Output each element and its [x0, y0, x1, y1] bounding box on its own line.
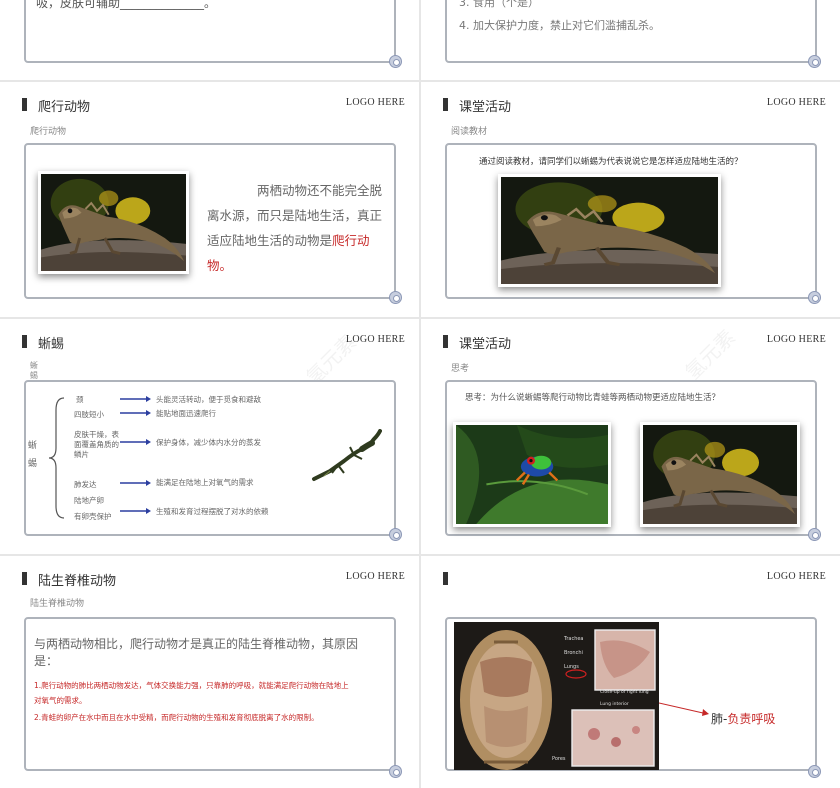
slide-5-side-top: 蜥蜴: [30, 361, 38, 380]
photo-label: Bronchi: [564, 650, 583, 656]
slide-1-frame: 吸，皮肤可辅助______________。: [24, 0, 396, 63]
slide-4-question: 通过阅读教材，请同学们以蜥蜴为代表说说它是怎样适应陆地生活的？: [479, 157, 743, 167]
page-number-badge: [808, 55, 821, 68]
photo-label: Trachea: [564, 636, 584, 642]
page-number-badge: [389, 765, 402, 778]
slide-2-item-3: 3. 食用（个是）: [459, 0, 539, 9]
slide-title: 蜥蜴: [38, 337, 65, 352]
page-number-badge: [808, 765, 821, 778]
pointer-arrow-icon: [659, 702, 709, 716]
arrow-icon: [120, 439, 151, 445]
photo-label: Lung interior: [600, 702, 629, 707]
slide-2-item-4: 4. 加大保护力度，禁止对它们滥捕乱杀。: [459, 19, 660, 32]
page-number-badge: [389, 55, 402, 68]
anatomy-row-left: 肺发达: [74, 480, 97, 489]
slide-subtitle: 思考: [451, 364, 470, 374]
page-number-badge: [389, 528, 402, 541]
slide-title: 陆生脊椎动物: [38, 574, 117, 589]
slide-title: 课堂活动: [459, 100, 512, 115]
slide-5-root: 蜥蜴: [28, 441, 38, 469]
slide-5[interactable]: 蜥蜴 LOGO HERE 蜥蜴 氢元素 蜥蜴 颈 四肢短小 皮肤干燥，表面覆盖角…: [0, 319, 419, 554]
watermark: 氢元素: [680, 324, 740, 385]
anatomy-row-right: 能贴地面迅速爬行: [156, 409, 216, 418]
anatomy-row-left: 陆地产卵: [74, 496, 104, 505]
slide-2-frame: 3. 食用（个是） 4. 加大保护力度，禁止对它们滥捕乱杀。: [445, 0, 817, 63]
photo-label: Pores: [552, 756, 566, 762]
slide-2[interactable]: 3. 食用（个是） 4. 加大保护力度，禁止对它们滥捕乱杀。: [421, 0, 840, 80]
page-number-badge: [389, 291, 402, 304]
photo-label: Close-up of right lung: [600, 690, 649, 695]
slide-3[interactable]: 爬行动物 LOGO HERE 爬行动物 两栖动物还不能完全脱离水源，而只是陆地生…: [0, 82, 419, 317]
lung-label-function: 负责呼吸: [727, 712, 776, 726]
slide-subtitle: 爬行动物: [30, 127, 67, 137]
lung-label-prefix: 肺-: [711, 712, 728, 726]
slide-4[interactable]: 课堂活动 LOGO HERE 阅读教材 通过阅读教材，请同学们以蜥蜴为代表说说它…: [421, 82, 840, 317]
page-number-badge: [808, 528, 821, 541]
title-bar: [443, 98, 448, 111]
anatomy-row-left: 四肢短小: [74, 410, 104, 419]
logo-text: LOGO HERE: [345, 571, 405, 582]
lizard-photo: [640, 422, 800, 527]
slide-1-text: 吸，皮肤可辅助______________。: [36, 0, 217, 10]
photo-label: Lungs: [564, 664, 579, 670]
anatomy-row-right: 保护身体，减少体内水分的蒸发: [156, 438, 261, 447]
slide-3-body: 两栖动物还不能完全脱离水源，而只是陆地生活，真正适应陆地生活的动物是爬行动物。: [207, 178, 383, 278]
logo-text: LOGO HERE: [766, 334, 826, 345]
logo-text: LOGO HERE: [766, 571, 826, 582]
arrow-icon: [120, 480, 151, 486]
dissection-photo: Trachea Bronchi Lungs Close-up of right …: [454, 622, 659, 770]
title-bar: [22, 98, 27, 111]
slide-7-lead: 与两栖动物相比，爬行动物才是真正的陆生脊椎动物，其原因是：: [34, 637, 359, 668]
lizard-illustration: [312, 429, 382, 481]
page-number-badge: [808, 291, 821, 304]
lung-label: 肺-负责呼吸: [711, 710, 775, 727]
anatomy-row-left: 皮肤干燥，表面覆盖角质的鳞片: [74, 430, 119, 459]
slide-1[interactable]: 吸，皮肤可辅助______________。: [0, 0, 419, 80]
anatomy-row-right: 生殖和发育过程摆脱了对水的依赖: [156, 507, 269, 516]
slide-7-point-2: 2.青蛙的卵产在水中而且在水中受精，而爬行动物的生殖和发育彻底脱离了水的限制。: [34, 713, 319, 722]
logo-text: LOGO HERE: [766, 97, 826, 108]
arrow-icon: [120, 396, 151, 402]
title-bar: [22, 572, 27, 585]
logo-text: LOGO HERE: [345, 334, 405, 345]
arrow-icon: [120, 508, 151, 514]
slide-title: 爬行动物: [38, 100, 91, 115]
arrow-icon: [120, 410, 151, 416]
slide-8[interactable]: LOGO HERE 氢元素 Trachea Bronchi Lungs Clos…: [421, 556, 840, 788]
title-bar: [443, 335, 448, 348]
slide-subtitle: 阅读教材: [451, 127, 488, 137]
brace-icon: [48, 397, 65, 519]
slide-title: 课堂活动: [459, 337, 512, 352]
slide-6[interactable]: 课堂活动 LOGO HERE 思考 氢元素 思考：为什么说蜥蜴等爬行动物比青蛙等…: [421, 319, 840, 554]
logo-text: LOGO HERE: [345, 97, 405, 108]
slide-7[interactable]: 陆生脊椎动物 LOGO HERE 陆生脊椎动物 氢元素 与两栖动物相比，爬行动物…: [0, 556, 419, 788]
title-bar: [22, 335, 27, 348]
lizard-photo: [38, 171, 189, 274]
anatomy-row-right: 头能灵活转动，便于觅食和避敌: [156, 395, 261, 404]
slide-6-question: 思考：为什么说蜥蜴等爬行动物比青蛙等两栖动物更适应陆地生活？: [465, 393, 721, 403]
lizard-photo: [498, 174, 721, 287]
anatomy-row-left: 有卵壳保护: [74, 512, 112, 521]
slide-7-point-1: 1.爬行动物的肺比两栖动物发达，气体交换能力强，只靠肺的呼吸，就能满足爬行动物在…: [34, 681, 349, 705]
anatomy-row-right: 能满足在陆地上对氧气的需求: [156, 478, 254, 487]
title-bar: [443, 572, 448, 585]
anatomy-row-left: 颈: [76, 395, 84, 404]
slide-subtitle: 陆生脊椎动物: [30, 599, 85, 609]
frog-photo: [453, 422, 611, 527]
